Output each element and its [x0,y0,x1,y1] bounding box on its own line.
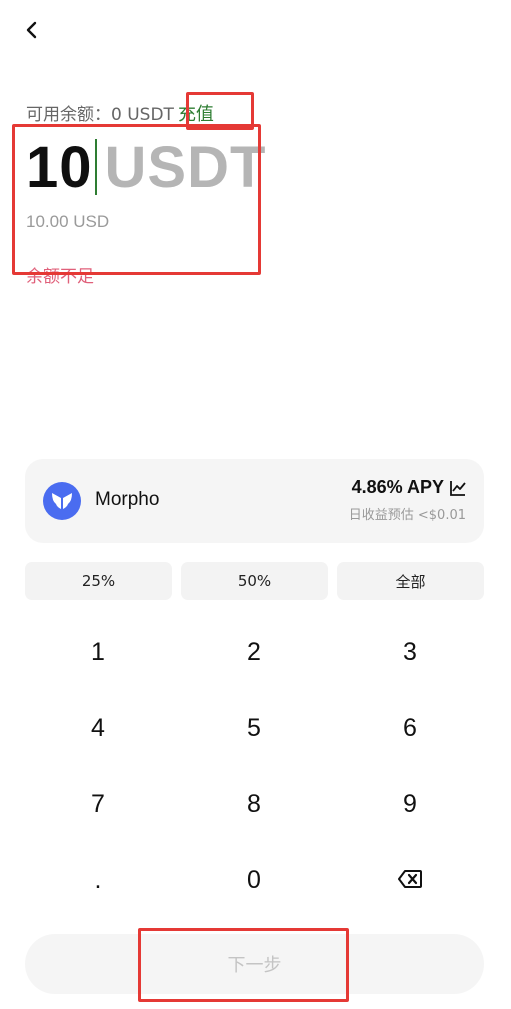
protocol-card[interactable]: Morpho 4.86% APY 日收益预估 <$0.01 [25,459,484,543]
key-0[interactable]: 0 [176,842,332,918]
key-3[interactable]: 3 [332,614,488,690]
amount-input[interactable]: 10 USDT [26,134,266,200]
available-balance-label: 可用余额：0 USDT [26,105,174,125]
next-step-button[interactable]: 下一步 [25,934,484,994]
text-caret [94,139,97,195]
key-2[interactable]: 2 [176,614,332,690]
daily-earnings-estimate: 日收益预估 <$0.01 [348,508,466,523]
apy-value: 4.86% APY [349,477,466,498]
available-balance: 可用余额：0 USDT 充值 [26,100,214,126]
backspace-icon [398,866,422,895]
trend-chart-icon[interactable] [450,480,466,496]
amount-unit: USDT [104,134,267,200]
key-8[interactable]: 8 [176,766,332,842]
protocol-name: Morpho [95,489,160,510]
key-decimal[interactable]: . [20,842,176,918]
topup-link[interactable]: 充值 [178,104,214,125]
chevron-left-icon [25,21,39,43]
backspace-key[interactable] [332,842,488,918]
apy-text: 4.86% APY [351,477,444,497]
key-5[interactable]: 5 [176,690,332,766]
amount-value: 10 [26,134,93,200]
insufficient-balance-warning: 余额不足 [26,267,94,287]
key-1[interactable]: 1 [20,614,176,690]
key-4[interactable]: 4 [20,690,176,766]
percent-all-button[interactable]: 全部 [337,562,484,600]
back-button[interactable] [18,18,46,46]
percent-buttons: 25% 50% 全部 [25,562,484,600]
morpho-butterfly-icon [43,482,81,520]
percent-25-button[interactable]: 25% [25,562,172,600]
fiat-equivalent: 10.00 USD [26,212,110,231]
key-7[interactable]: 7 [20,766,176,842]
key-6[interactable]: 6 [332,690,488,766]
percent-50-button[interactable]: 50% [181,562,328,600]
numeric-keypad: 1 2 3 4 5 6 7 8 9 . 0 [20,614,488,918]
key-9[interactable]: 9 [332,766,488,842]
apy-block: 4.86% APY 日收益预估 <$0.01 [349,477,466,523]
